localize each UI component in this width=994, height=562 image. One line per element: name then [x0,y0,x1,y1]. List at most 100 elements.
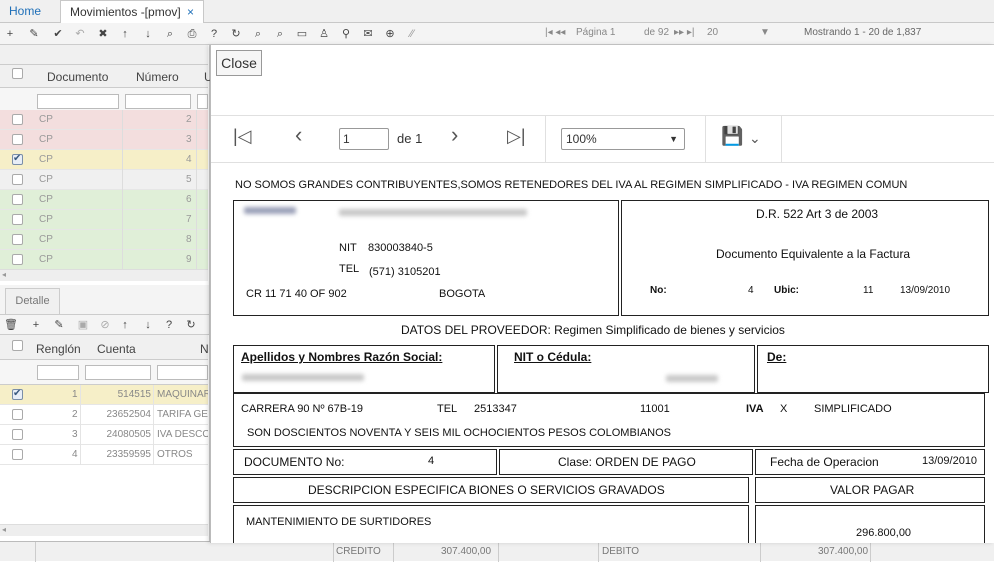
page-number-input[interactable]: 1 [339,128,389,150]
undo-icon[interactable]: ↶ [72,26,88,42]
add-icon[interactable]: + [28,317,44,333]
first-page-icon[interactable]: |◁ [233,126,252,147]
table-row[interactable]: CP 2 [0,110,208,130]
nombre-filter-input[interactable] [157,365,208,380]
col-renglon[interactable]: Renglón [36,342,81,356]
row-checkbox[interactable] [12,174,23,185]
pin-icon[interactable]: ⚲ [338,26,354,42]
row-checkbox[interactable] [12,388,23,400]
item-value-box: 296.800,00 [755,505,985,543]
table-row[interactable]: CP 4 [0,150,208,170]
table-row[interactable]: CP 8 [0,230,208,250]
table-row[interactable]: CP 6 [0,190,208,210]
u-filter-input[interactable] [197,94,208,109]
cuenta-filter-input[interactable] [85,365,151,380]
print-icon[interactable]: ⎙ [184,26,200,42]
refresh-icon[interactable]: ↻ [183,317,199,333]
row-checkbox[interactable] [12,234,23,245]
table-row[interactable]: 3 24080505 IVA DESCO [0,425,208,445]
chevron-down-icon[interactable]: ▼ [760,27,770,38]
horizontal-scrollbar[interactable]: ◂ [0,524,208,536]
table-row[interactable]: CP 3 [0,130,208,150]
save-icon[interactable]: 💾 [721,126,743,147]
help-icon[interactable]: ? [206,26,222,42]
row-checkbox[interactable] [12,194,23,205]
table-row[interactable]: CP 7 [0,210,208,230]
delete-icon[interactable]: ✖ [95,26,111,42]
chevron-down-icon[interactable]: ⌄ [749,130,761,147]
row-numero: 7 [186,214,192,225]
help-icon[interactable]: ? [161,317,177,333]
zoom-select[interactable]: 100% ▼ [561,128,685,150]
col-cuenta[interactable]: Cuenta [97,342,136,356]
last-page-icon[interactable]: ▷| [507,126,526,147]
table-row[interactable]: CP 9 [0,250,208,270]
comment-icon[interactable]: ▭ [294,26,310,42]
arrow-up-icon[interactable]: ↑ [117,317,133,333]
select-all-checkbox[interactable] [12,68,23,79]
edit-icon[interactable]: ✎ [26,26,42,42]
refresh-icon[interactable]: ↻ [228,26,244,42]
previous-page-icon[interactable]: ‹ [295,122,302,148]
next-page-icon[interactable]: ▸▸ ▸| [674,27,694,38]
confirm-icon[interactable]: ✔ [50,26,66,42]
save-icon[interactable]: ▣ [75,317,91,333]
arrow-down-icon[interactable]: ↓ [140,317,156,333]
regimen: SIMPLIFICADO [814,403,892,415]
zoom-icon[interactable]: ⌕ [250,26,266,42]
tab-home[interactable]: Home [0,0,56,23]
cancel-icon[interactable]: ⊘ [97,317,113,333]
close-button[interactable]: Close [216,50,262,76]
row-checkbox[interactable] [12,134,23,145]
table-row[interactable]: 2 23652504 TARIFA GE [0,405,208,425]
add-icon[interactable]: + [2,26,18,42]
trash-icon[interactable]: 🗑 [3,317,19,333]
tab-movimientos[interactable]: Movimientos -[pmov] × [60,0,205,24]
row-checkbox[interactable] [12,409,23,420]
mail-icon[interactable]: ✉ [360,26,376,42]
row-documento: CP [39,254,53,265]
table-row[interactable]: 4 23359595 OTROS [0,445,208,465]
next-page-icon[interactable]: › [451,122,458,148]
col-nombre[interactable]: N [200,342,209,356]
row-documento: CP [39,154,53,165]
renglon-filter-input[interactable] [37,365,79,380]
row-checkbox[interactable] [12,449,23,460]
select-all-checkbox[interactable] [12,340,23,351]
row-nombre: MAQUINARIA [157,389,208,400]
arrow-down-icon[interactable]: ↓ [140,26,156,42]
main-toolbar: + ✎ ✔ ↶ ✖ ↑ ↓ ⌕ ⎙ ? ↻ ⌕ ⌕ ▭ ♙ ⚲ ✉ ⊕ ⁄⁄ |… [0,23,994,45]
row-renglon: 3 [72,429,78,440]
col-numero[interactable]: Número [136,70,179,84]
find-icon[interactable]: ⌕ [272,26,288,42]
numero-filter-input[interactable] [125,94,191,109]
col-documento[interactable]: Documento [47,70,108,84]
debito-value: 307.400,00 [818,546,869,557]
row-checkbox[interactable] [12,153,23,165]
user-icon[interactable]: ♙ [316,26,332,42]
close-tab-icon[interactable]: × [187,5,194,19]
row-checkbox[interactable] [12,254,23,265]
row-checkbox[interactable] [12,429,23,440]
horizontal-scrollbar[interactable]: ◂ [0,269,208,281]
page-size-select[interactable]: 20 [707,27,718,38]
credito-value: 307.400,00 [441,546,492,557]
valor-header: VALOR PAGAR [830,483,915,497]
row-checkbox[interactable] [12,214,23,225]
row-cuenta: 514515 [117,389,151,400]
tab-detalle[interactable]: Detalle [5,288,60,315]
edit-icon[interactable]: ✎ [51,317,67,333]
detalle-toolbar: 🗑 + ✎ ▣ ⊘ ↑ ↓ ? ↻ [0,315,210,335]
table-row[interactable]: 1 514515 MAQUINARIA [0,385,208,405]
search-icon[interactable]: ⌕ [162,26,178,42]
tab-movimientos-label: Movimientos -[pmov] [70,5,181,19]
debito-label: DEBITO [602,546,640,557]
table-row[interactable]: CP 5 [0,170,208,190]
plus-circle-icon[interactable]: ⊕ [382,26,398,42]
row-documento: CP [39,174,53,185]
row-checkbox[interactable] [12,114,23,125]
documento-filter-input[interactable] [37,94,119,109]
arrow-up-icon[interactable]: ↑ [117,26,133,42]
first-page-icon[interactable]: |◂ ◂◂ [545,27,565,38]
resize-icon[interactable]: ⁄⁄ [404,26,420,42]
